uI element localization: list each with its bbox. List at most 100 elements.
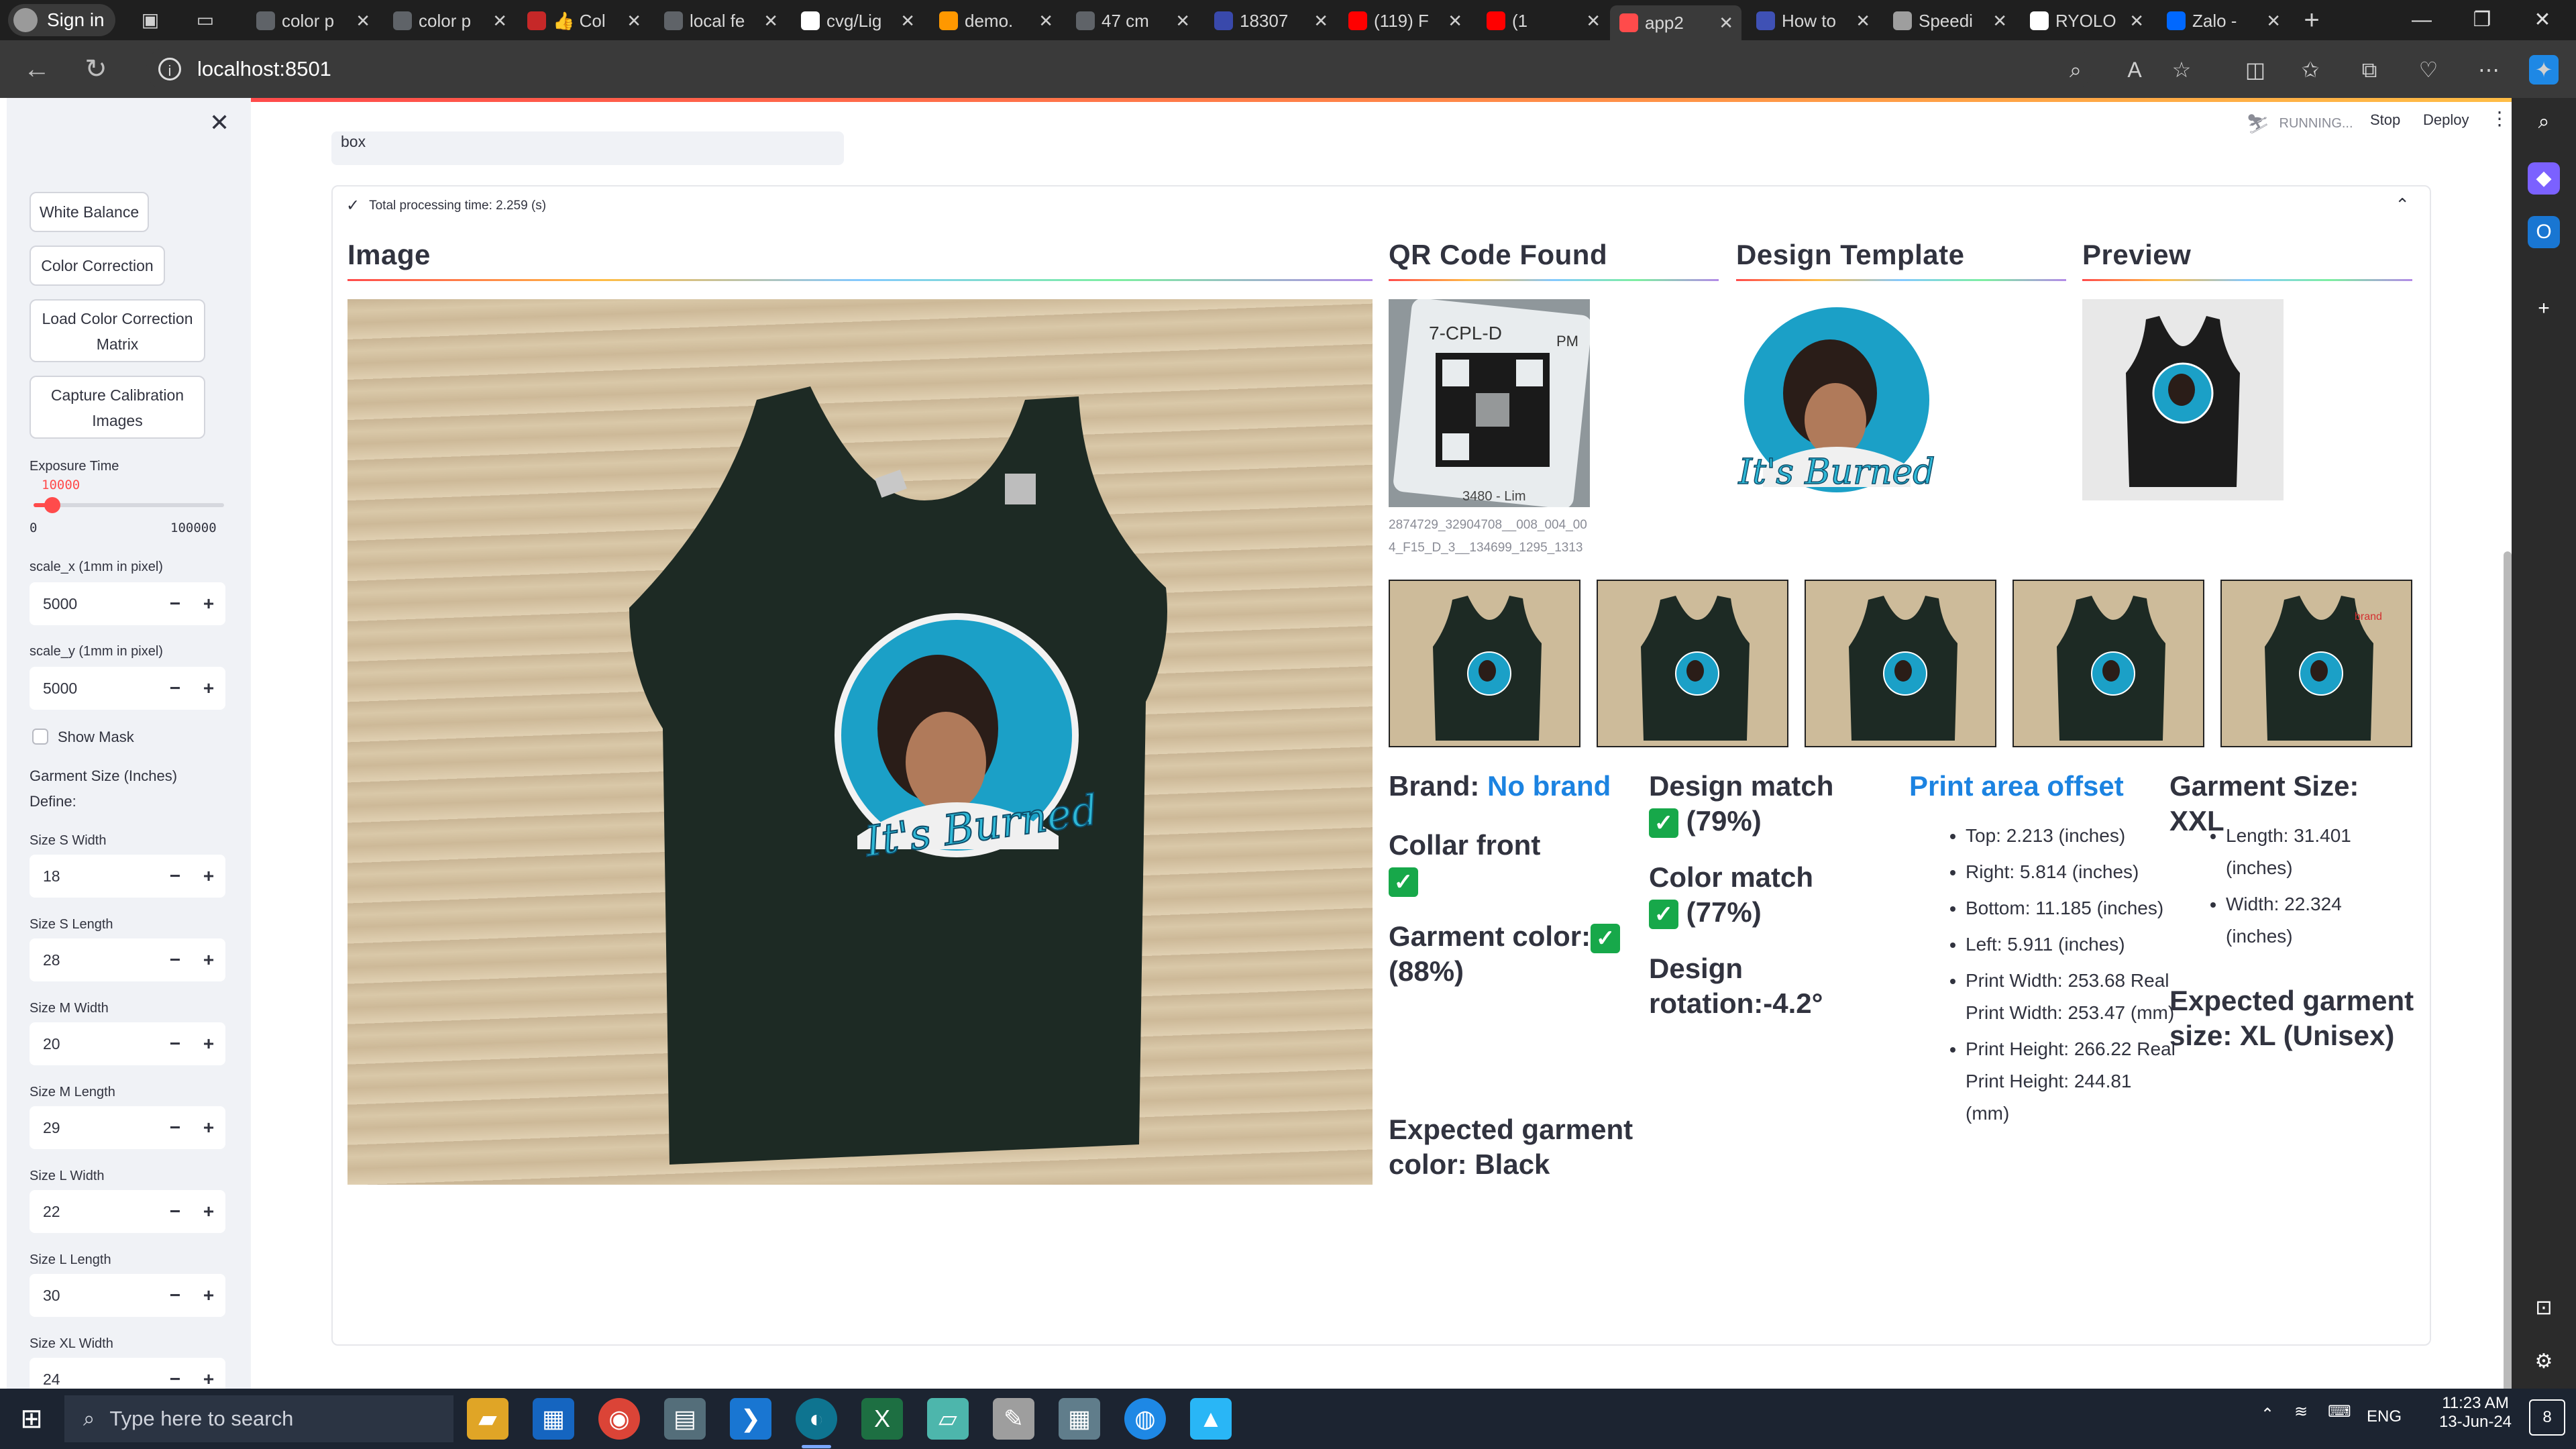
page-scrollbar[interactable] <box>2504 551 2512 1389</box>
collections-icon[interactable]: ⧉ <box>2355 55 2384 85</box>
browser-tab[interactable]: (1 ✕ <box>1477 5 1609 36</box>
back-icon[interactable]: ← <box>20 52 54 86</box>
favorite-star-icon[interactable]: ☆ <box>2167 55 2196 85</box>
close-tab-icon[interactable]: ✕ <box>1586 11 1601 32</box>
wifi-icon[interactable]: ≋ <box>2294 1402 2308 1421</box>
hide-sidebar-icon[interactable]: ⊡ <box>2528 1292 2560 1324</box>
size-field-input[interactable]: 29 − + <box>30 1106 225 1149</box>
close-tab-icon[interactable]: ✕ <box>1448 11 1462 32</box>
load-ccm-button[interactable]: Load Color Correction Matrix <box>30 299 205 362</box>
size-decrement-button[interactable]: − <box>158 1033 192 1055</box>
store-icon[interactable]: ▦ <box>533 1398 574 1440</box>
close-tab-icon[interactable]: ✕ <box>356 11 370 32</box>
browser-essentials-icon[interactable]: ♡ <box>2414 55 2443 85</box>
network-app-icon[interactable]: ▤ <box>664 1398 706 1440</box>
deploy-button[interactable]: Deploy <box>2423 111 2469 129</box>
vscode-icon[interactable]: ❯ <box>730 1398 771 1440</box>
close-tab-icon[interactable]: ✕ <box>492 11 507 32</box>
browser-tab[interactable]: 👍 Col ✕ <box>518 5 649 36</box>
browser-tab[interactable]: Speedi ✕ <box>1884 5 2015 36</box>
close-tab-icon[interactable]: ✕ <box>1313 11 1328 32</box>
search-icon[interactable]: ⌕ <box>2528 106 2560 138</box>
size-increment-button[interactable]: + <box>192 1033 225 1055</box>
size-decrement-button[interactable]: − <box>158 949 192 971</box>
size-field-input[interactable]: 24 − + <box>30 1358 225 1389</box>
zalo-app-icon[interactable]: ◍ <box>1124 1398 1166 1440</box>
restore-icon[interactable]: ❐ <box>2455 5 2509 35</box>
size-decrement-button[interactable]: − <box>158 1201 192 1222</box>
browser-tab[interactable]: local fe ✕ <box>655 5 786 36</box>
exposure-slider[interactable] <box>34 497 224 513</box>
size-decrement-button[interactable]: − <box>158 1368 192 1389</box>
browser-tab[interactable]: How to ✕ <box>1747 5 1878 36</box>
chrome-icon[interactable]: ◉ <box>598 1398 640 1440</box>
close-tab-icon[interactable]: ✕ <box>1719 13 1733 34</box>
text-input-box[interactable]: box <box>331 131 844 165</box>
size-decrement-button[interactable]: − <box>158 1285 192 1306</box>
stop-button[interactable]: Stop <box>2370 111 2400 129</box>
tray-overflow-icon[interactable]: ⌃ <box>2261 1405 2274 1424</box>
size-decrement-button[interactable]: − <box>158 1117 192 1138</box>
browser-tab[interactable]: Zalo - ✕ <box>2157 5 2289 36</box>
read-aloud-icon[interactable]: A <box>2120 55 2149 85</box>
tab-actions-icon[interactable]: ▭ <box>195 9 216 31</box>
calculator-icon[interactable]: ▦ <box>1059 1398 1100 1440</box>
taskbar-search[interactable]: ⌕ Type here to search <box>64 1395 453 1442</box>
clock[interactable]: 11:23 AM 13-Jun-24 <box>2422 1394 2529 1432</box>
new-tab-icon[interactable]: + <box>2301 7 2322 34</box>
browser-tab[interactable]: (119) F ✕ <box>1339 5 1470 36</box>
browser-tab[interactable]: cvg/Lig ✕ <box>792 5 923 36</box>
close-tab-icon[interactable]: ✕ <box>1175 11 1190 32</box>
minimize-icon[interactable]: — <box>2395 5 2449 35</box>
close-tab-icon[interactable]: ✕ <box>1856 11 1870 32</box>
close-sidebar-icon[interactable]: ✕ <box>209 109 229 137</box>
close-window-icon[interactable]: ✕ <box>2516 5 2569 35</box>
browser-tab[interactable]: RYOLO ✕ <box>2021 5 2152 36</box>
browser-tab[interactable]: 18307 ✕ <box>1205 5 1336 36</box>
browser-tab[interactable]: app2 ✕ <box>1610 5 1741 40</box>
outlook-icon[interactable]: O <box>2528 216 2560 248</box>
size-decrement-button[interactable]: − <box>158 865 192 887</box>
white-balance-button[interactable]: White Balance <box>30 192 149 232</box>
keyboard-icon[interactable]: ⌨ <box>2328 1402 2351 1421</box>
size-field-input[interactable]: 30 − + <box>30 1274 225 1317</box>
size-increment-button[interactable]: + <box>192 1285 225 1306</box>
size-field-input[interactable]: 22 − + <box>30 1190 225 1233</box>
collapse-chevron-icon[interactable]: ⌃ <box>2395 195 2410 215</box>
scale-x-increment-button[interactable]: + <box>192 593 225 614</box>
url-field[interactable]: i localhost:8501 <box>146 47 2092 91</box>
browser-tab[interactable]: 47 cm ✕ <box>1067 5 1198 36</box>
close-tab-icon[interactable]: ✕ <box>763 11 778 32</box>
scale-x-input[interactable]: 5000 − + <box>30 582 225 625</box>
add-sidebar-app-icon[interactable]: + <box>2528 292 2560 325</box>
favorites-icon[interactable]: ✩ <box>2296 55 2325 85</box>
size-increment-button[interactable]: + <box>192 1201 225 1222</box>
close-tab-icon[interactable]: ✕ <box>900 11 915 32</box>
zoom-icon[interactable]: ⌕ <box>2061 55 2090 85</box>
close-tab-icon[interactable]: ✕ <box>2266 11 2281 32</box>
close-tab-icon[interactable]: ✕ <box>1992 11 2007 32</box>
exposure-slider-thumb[interactable] <box>44 497 61 513</box>
main-menu-icon[interactable]: ⋮ <box>2490 107 2509 129</box>
close-tab-icon[interactable]: ✕ <box>627 11 641 32</box>
excel-icon[interactable]: X <box>861 1398 903 1440</box>
profile-button[interactable]: Sign in <box>8 4 115 36</box>
sidebar-settings-icon[interactable]: ⚙ <box>2528 1346 2560 1378</box>
image-viewer-icon[interactable]: ▲ <box>1190 1398 1232 1440</box>
size-field-input[interactable]: 18 − + <box>30 855 225 898</box>
notification-center-icon[interactable]: 8 <box>2529 1399 2565 1436</box>
more-menu-icon[interactable]: ⋯ <box>2474 55 2504 85</box>
edge-icon[interactable]: ◐ <box>796 1398 837 1440</box>
copilot-icon[interactable]: ✦ <box>2529 55 2559 85</box>
size-field-input[interactable]: 28 − + <box>30 938 225 981</box>
copilot-sidebar-icon[interactable]: ◆ <box>2528 162 2560 195</box>
windows-start-icon[interactable]: ⊞ <box>11 1398 52 1440</box>
close-tab-icon[interactable]: ✕ <box>1038 11 1053 32</box>
scale-y-decrement-button[interactable]: − <box>158 678 192 699</box>
expander-header[interactable]: ✓ Total processing time: 2.259 (s) <box>346 196 546 215</box>
size-increment-button[interactable]: + <box>192 865 225 887</box>
file-explorer-icon[interactable]: ▰ <box>467 1398 508 1440</box>
browser-tab[interactable]: demo. ✕ <box>930 5 1061 36</box>
color-correction-button[interactable]: Color Correction <box>30 246 165 286</box>
scale-y-input[interactable]: 5000 − + <box>30 667 225 710</box>
